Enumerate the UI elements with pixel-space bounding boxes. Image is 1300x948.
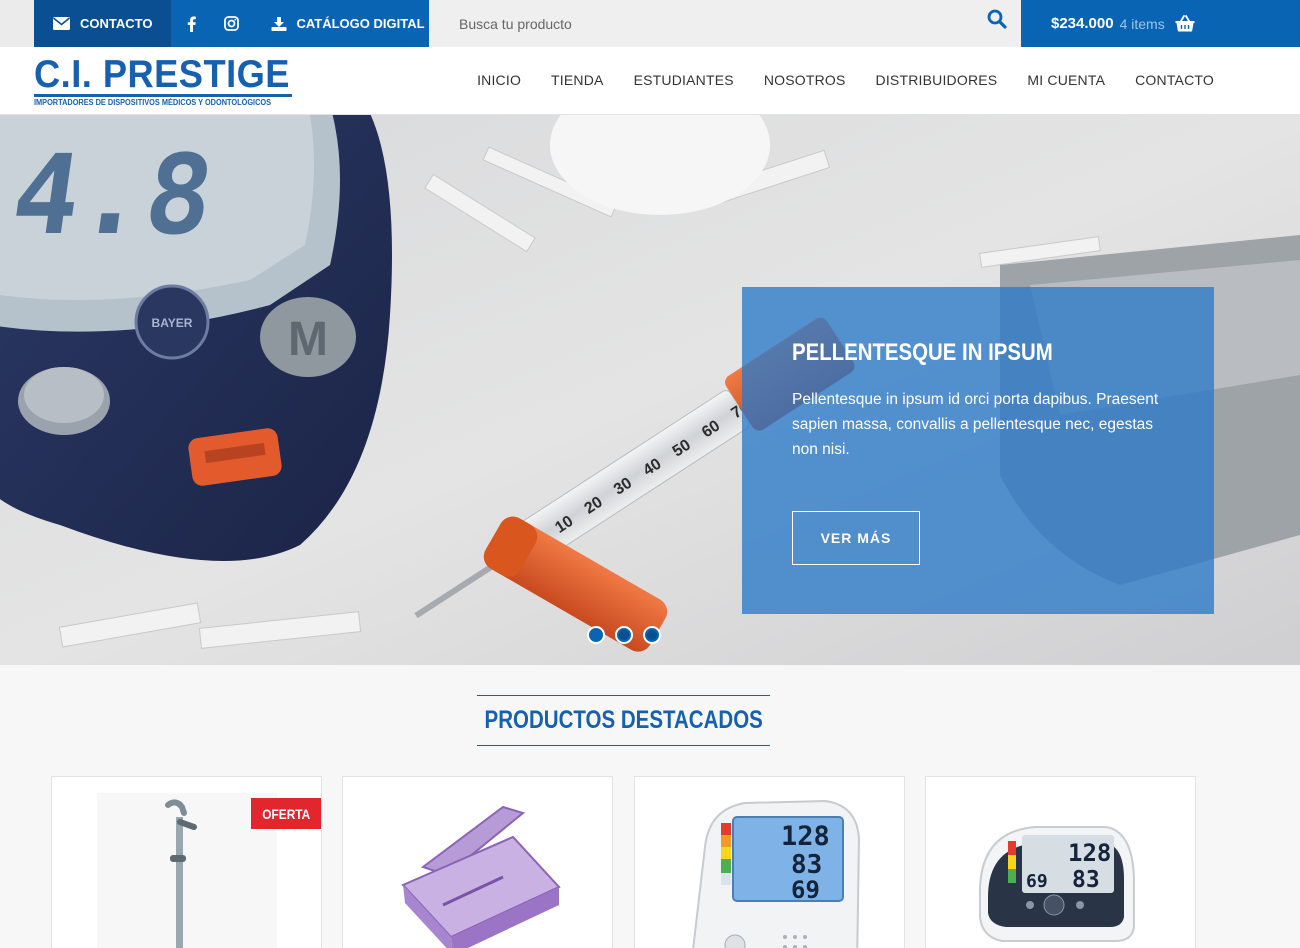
svg-text:69: 69 [791,876,820,904]
product-card[interactable]: OFERTA [51,776,322,948]
section-title: PRODUCTOS DESTACADOS [484,706,763,734]
hero-slider: 4.8 BAYER M 10 20 30 40 50 60 70 PELLENT… [0,115,1300,665]
svg-text:M: M [288,313,328,366]
logo-subtitle: IMPORTADORES DE DISPOSITIVOS MÉDICOS Y O… [34,98,272,107]
download-icon [271,16,287,31]
slide-caption: PELLENTESQUE IN IPSUM Pellentesque in ip… [742,287,1214,614]
envelope-icon [53,17,70,30]
contact-link[interactable]: CONTACTO [34,0,172,47]
nav-item-estudiantes[interactable]: ESTUDIANTES [634,72,734,88]
slider-dot-1[interactable] [587,626,605,644]
nav-item-contacto[interactable]: CONTACTO [1135,72,1214,88]
svg-text:83: 83 [1072,867,1100,893]
facebook-icon [187,16,196,32]
slider-dot-2[interactable] [615,626,633,644]
top-bar-links: CONTACTO CATÁLOGO DIGITAL [34,0,429,47]
digital-catalog-label: CATÁLOGO DIGITAL [296,16,425,31]
section-title-frame: PRODUCTOS DESTACADOS [477,695,770,746]
nav-item-inicio[interactable]: INICIO [477,72,521,88]
svg-text:128: 128 [781,821,830,852]
nav-item-nosotros[interactable]: NOSOTROS [764,72,846,88]
featured-products-section: PRODUCTOS DESTACADOS OFERTA 128 83 69 12… [0,665,1300,948]
logo-title: C.I. PRESTIGE [34,53,290,96]
slide-title: PELLENTESQUE IN IPSUM [792,339,1053,366]
pill-splitter-image [401,805,561,948]
basket-icon [1175,15,1195,32]
product-card[interactable]: 128 83 69 [925,776,1196,948]
nav-item-mi-cuenta[interactable]: MI CUENTA [1027,72,1105,88]
blood-pressure-monitor-image: 128 83 69 [692,799,861,948]
cart-item-count: 4 items [1119,15,1165,32]
see-more-button[interactable]: VER MÁS [792,511,920,565]
facebook-link[interactable] [171,0,211,47]
slider-dot-3[interactable] [643,626,661,644]
svg-text:BAYER: BAYER [152,316,193,330]
slide-description: Pellentesque in ipsum id orci porta dapi… [792,391,1159,458]
meter-display: 4.8 [5,131,222,259]
wrist-monitor-image: 128 83 69 [978,826,1135,942]
search-bar [429,0,1021,47]
contact-link-label: CONTACTO [80,16,153,31]
svg-text:128: 128 [1068,839,1111,867]
slider-pagination [587,626,671,644]
product-card[interactable]: 128 83 69 [634,776,905,948]
cart-total: $234.000 [1051,15,1114,32]
site-logo[interactable]: C.I. PRESTIGE IMPORTADORES DE DISPOSITIV… [34,53,294,109]
nav-item-distribuidores[interactable]: DISTRIBUIDORES [876,72,998,88]
search-input[interactable] [459,12,959,36]
product-card[interactable] [342,776,613,948]
instagram-icon [224,16,239,31]
cart-summary[interactable]: $234.000 4 items [1021,0,1300,47]
digital-catalog-link[interactable]: CATÁLOGO DIGITAL [251,0,425,47]
offer-badge: OFERTA [251,798,321,829]
search-icon [987,9,1007,29]
svg-text:69: 69 [1026,871,1048,892]
top-bar: CONTACTO CATÁLOGO DIGITAL $234.000 4 ite… [0,0,1300,47]
instagram-link[interactable] [211,0,251,47]
main-nav: INICIO TIENDA ESTUDIANTES NOSOTROS DISTR… [447,72,1214,88]
nav-item-tienda[interactable]: TIENDA [551,72,604,88]
main-header: C.I. PRESTIGE IMPORTADORES DE DISPOSITIV… [0,47,1300,115]
search-button[interactable] [987,9,1009,31]
